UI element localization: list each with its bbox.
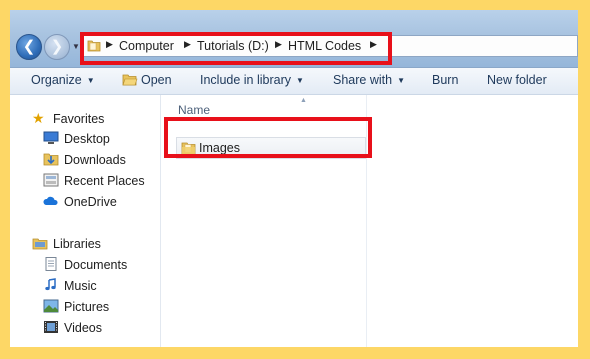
chevron-down-icon: ▼ (86, 76, 95, 85)
screenshot-frame: ❮ ❯ ▼ ▶ Computer ▶ Tutorials (D:) ▶ HTML… (0, 0, 590, 359)
nav-libraries[interactable]: Libraries (32, 236, 101, 251)
videos-icon (44, 321, 58, 333)
chevron-down-icon: ▼ (397, 76, 405, 85)
nav-libraries-label: Libraries (53, 237, 101, 251)
recent-places-icon (43, 173, 59, 187)
cloud-icon (43, 196, 58, 205)
open-folder-icon (122, 74, 138, 86)
music-icon (45, 278, 56, 291)
nav-pictures-label: Pictures (64, 300, 110, 314)
nav-desktop-label: Desktop (64, 132, 110, 146)
open-label: Open (141, 73, 172, 87)
chevron-down-icon: ▼ (296, 76, 304, 85)
nav-downloads-label: Downloads (64, 153, 126, 167)
nav-videos-label: Videos (64, 321, 102, 335)
nav-downloads[interactable]: Downloads (43, 152, 126, 167)
nav-desktop[interactable]: Desktop (43, 131, 110, 146)
item-highlight-box (164, 117, 372, 158)
organize-button[interactable]: Organize ▼ (31, 73, 95, 87)
forward-arrow-icon: ❯ (50, 38, 64, 55)
address-highlight-box (80, 32, 392, 65)
nav-music[interactable]: Music (43, 278, 97, 293)
nav-recent-places-label: Recent Places (64, 174, 145, 188)
nav-favorites[interactable]: ★ Favorites (32, 110, 104, 126)
back-button[interactable]: ❮ (16, 34, 42, 60)
desktop-icon (43, 131, 59, 144)
back-arrow-icon: ❮ (22, 38, 36, 55)
open-button[interactable]: Open (122, 73, 172, 87)
include-in-library-button[interactable]: Include in library ▼ (200, 73, 304, 87)
downloads-icon (43, 153, 59, 166)
command-bar: Organize ▼ Open Include in library ▼ Share… (10, 68, 578, 95)
nav-music-label: Music (64, 279, 97, 293)
burn-button[interactable]: Burn (432, 73, 458, 87)
nav-videos[interactable]: Videos (43, 320, 102, 335)
nav-documents-label: Documents (64, 258, 128, 272)
nav-recent-places[interactable]: Recent Places (43, 173, 145, 188)
nav-onedrive-label: OneDrive (64, 195, 117, 209)
include-in-library-label: Include in library (200, 73, 292, 87)
share-with-label: Share with (333, 73, 393, 87)
recent-pages-dropdown-icon[interactable]: ▼ (72, 42, 80, 51)
nav-documents[interactable]: Documents (43, 257, 127, 272)
star-icon: ★ (32, 110, 45, 126)
column-header-name[interactable]: Name (178, 103, 210, 117)
nav-pictures[interactable]: Pictures (43, 299, 109, 314)
organize-label: Organize (31, 73, 82, 87)
nav-favorites-label: Favorites (53, 112, 105, 126)
sort-arrow-icon: ▲ (300, 97, 307, 104)
navigation-pane: ★ Favorites Desktop Downloads Recent Plac… (10, 95, 161, 347)
pictures-icon (43, 299, 59, 313)
new-folder-button[interactable]: New folder (487, 73, 547, 87)
nav-onedrive[interactable]: OneDrive (43, 194, 117, 209)
explorer-window: ❮ ❯ ▼ ▶ Computer ▶ Tutorials (D:) ▶ HTML… (10, 10, 578, 347)
forward-button[interactable]: ❯ (44, 34, 70, 60)
libraries-icon (32, 238, 48, 250)
share-with-button[interactable]: Share with ▼ (333, 73, 405, 87)
documents-icon (45, 257, 57, 271)
